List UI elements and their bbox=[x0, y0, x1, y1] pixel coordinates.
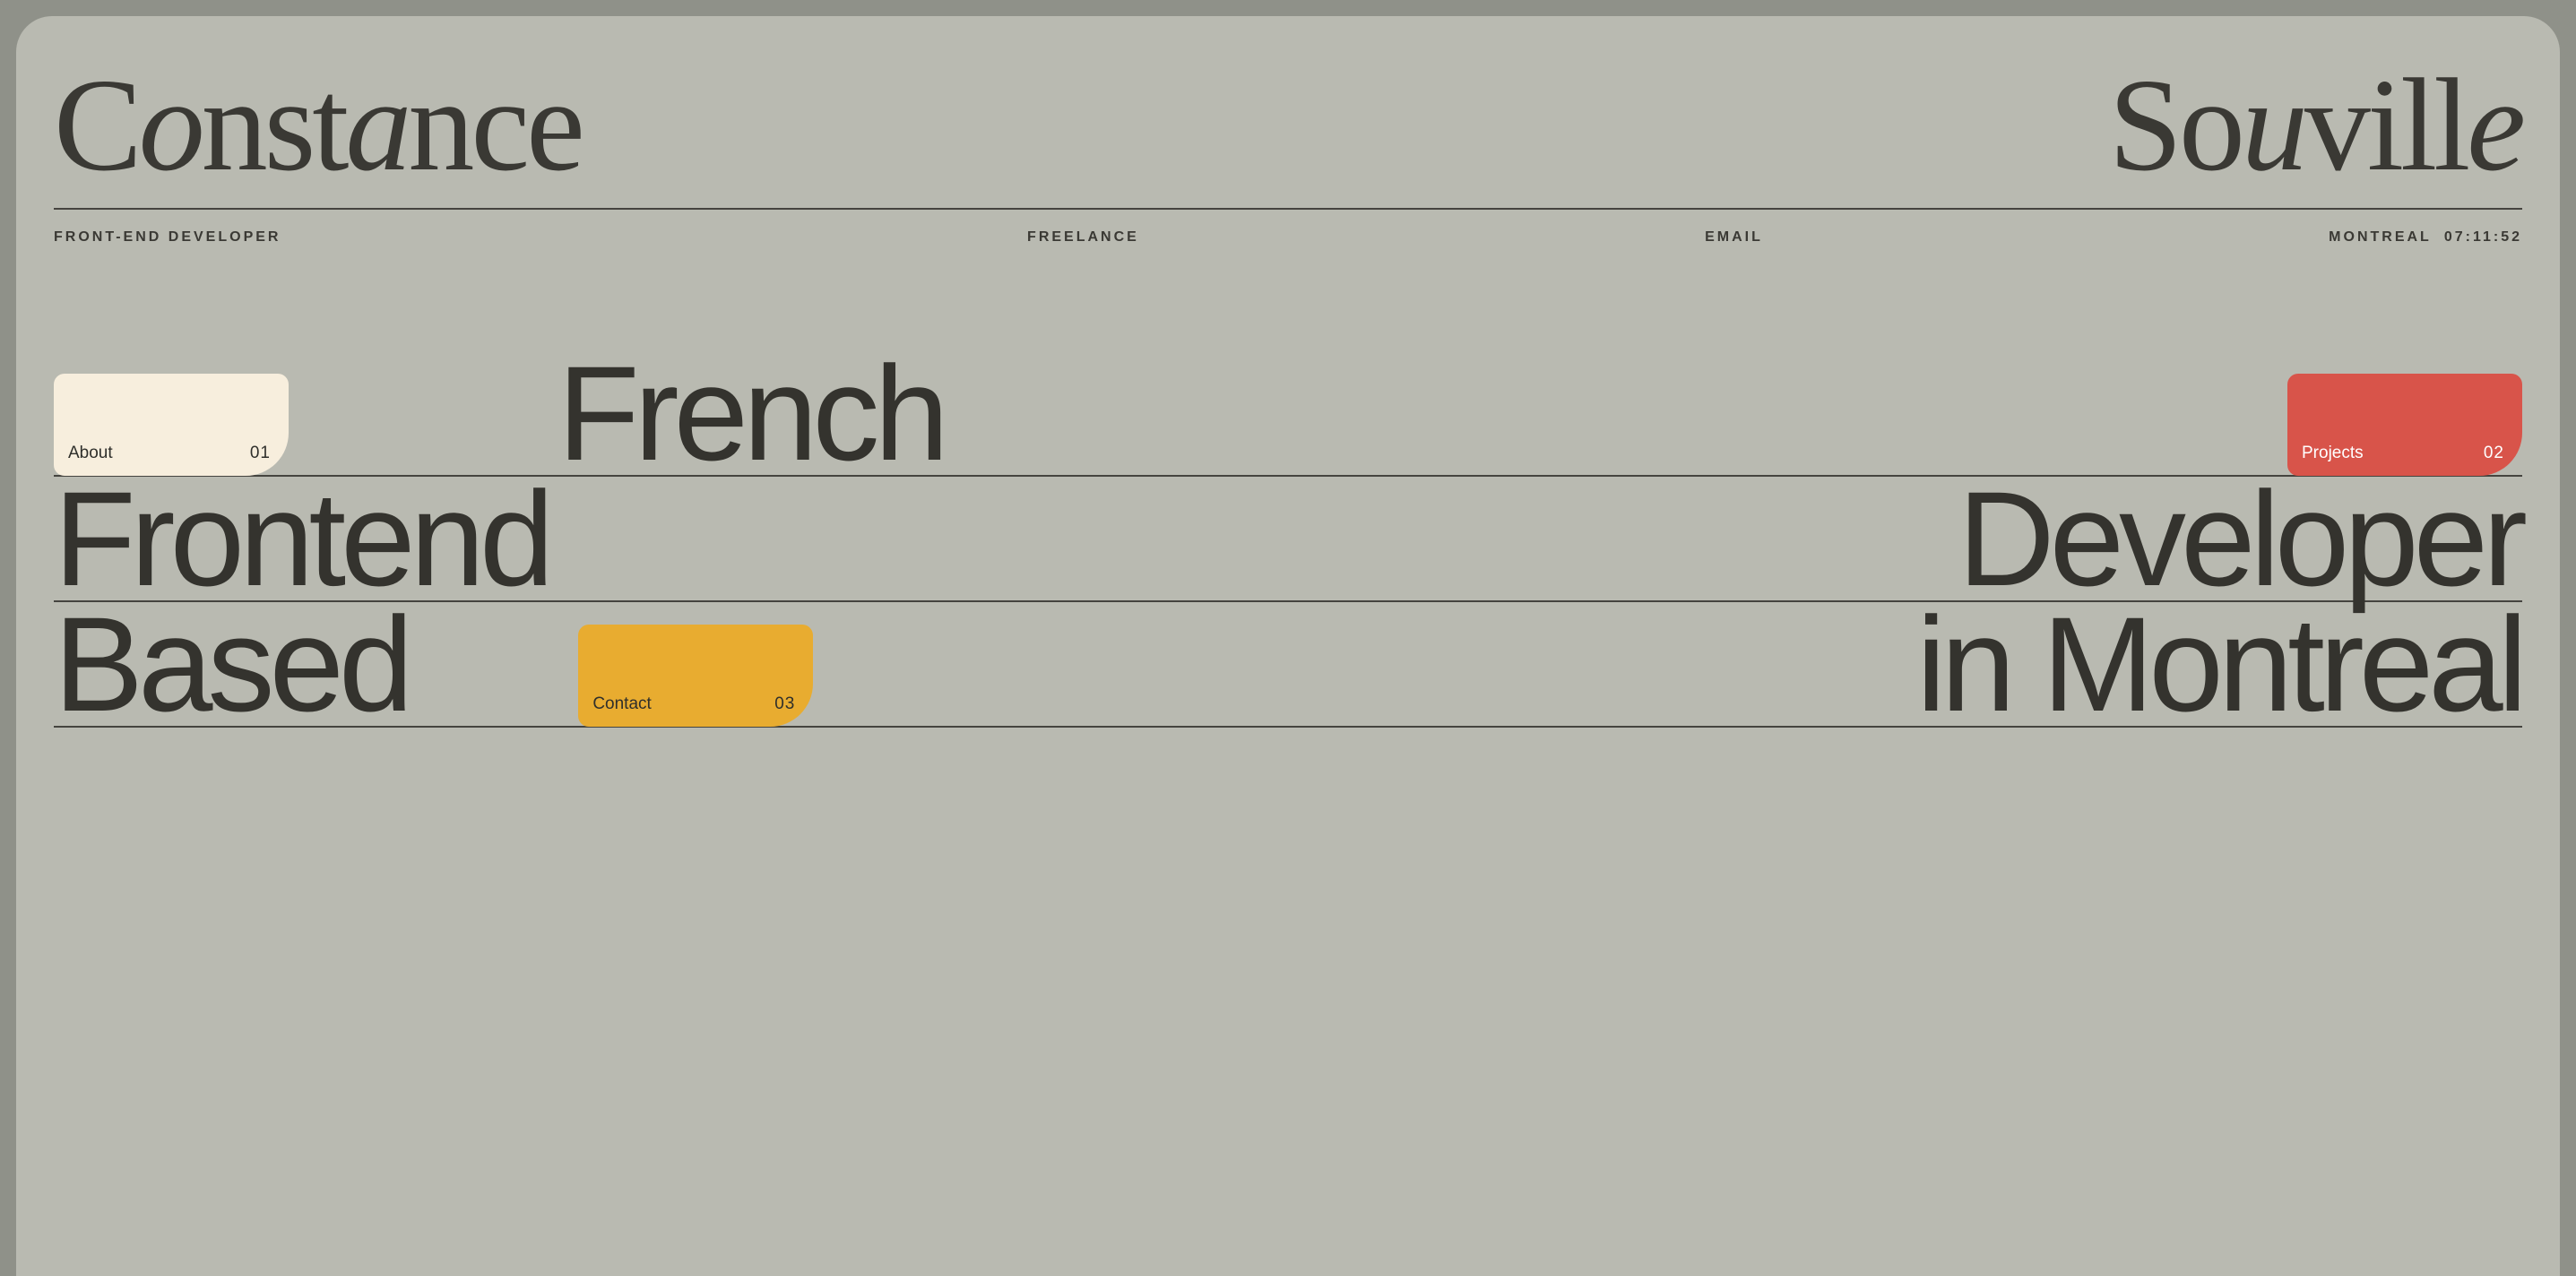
status-label: FREELANCE bbox=[812, 229, 1139, 246]
page: Constance Souville FRONT-END DEVELOPER F… bbox=[16, 16, 2560, 1276]
projects-card[interactable]: Projects 02 bbox=[2287, 374, 2522, 476]
hero-word-frontend: Frontend bbox=[54, 477, 549, 600]
hero: About 01 French Projects 02 Frontend Dev… bbox=[54, 351, 2522, 728]
hero-word-developer: Developer bbox=[1922, 477, 2522, 600]
contact-card[interactable]: Contact 03 bbox=[578, 625, 813, 727]
about-card-number: 01 bbox=[250, 444, 271, 463]
projects-card-label: Projects bbox=[2302, 444, 2364, 463]
about-card[interactable]: About 01 bbox=[54, 374, 289, 476]
location-time: MONTREAL 07:11:52 bbox=[2329, 229, 2522, 246]
hero-word-based: Based bbox=[54, 602, 408, 726]
projects-card-number: 02 bbox=[2484, 444, 2504, 463]
hero-row-2: Frontend Developer bbox=[54, 477, 2522, 602]
hero-right-wrap: in Montreal bbox=[1916, 602, 2522, 726]
email-link[interactable]: EMAIL bbox=[1570, 229, 1763, 246]
name-row: Constance Souville bbox=[54, 59, 2522, 192]
location-label: MONTREAL bbox=[2329, 229, 2432, 246]
hero-word-in-montreal: in Montreal bbox=[1916, 602, 2522, 726]
contact-card-number: 03 bbox=[774, 694, 795, 714]
time-label: 07:11:52 bbox=[2444, 229, 2522, 246]
contact-card-label: Contact bbox=[592, 694, 651, 714]
hero-word-french: French bbox=[558, 351, 944, 475]
last-name: Souville bbox=[2109, 59, 2522, 192]
hero-row-3: Based Contact 03 in Montreal bbox=[54, 602, 2522, 728]
divider bbox=[54, 208, 2522, 210]
role-label: FRONT-END DEVELOPER bbox=[54, 229, 281, 246]
hero-row-1: About 01 French Projects 02 bbox=[54, 351, 2522, 477]
meta-row: FRONT-END DEVELOPER FREELANCE EMAIL MONT… bbox=[54, 229, 2522, 246]
about-card-label: About bbox=[68, 444, 113, 463]
first-name: Constance bbox=[54, 59, 582, 192]
